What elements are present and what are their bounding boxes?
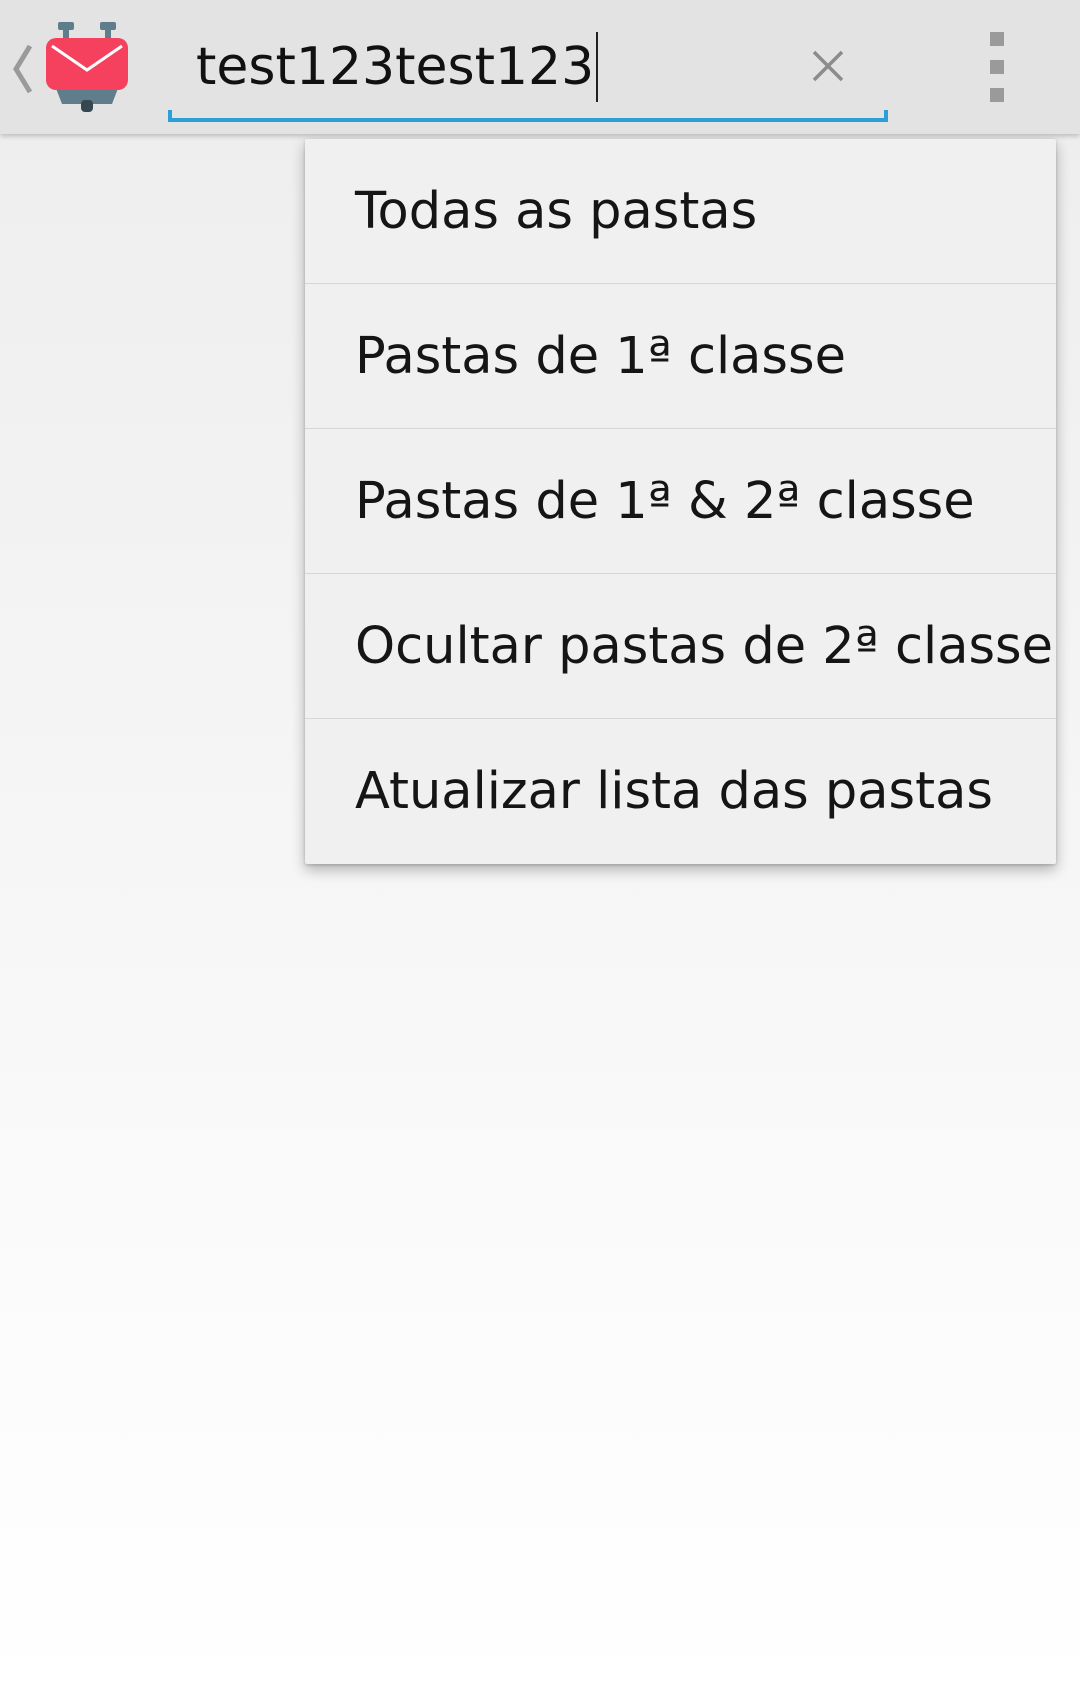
menu-item-first-second-class-folders[interactable]: Pastas de 1ª & 2ª classe: [305, 429, 1056, 574]
menu-item-first-class-folders[interactable]: Pastas de 1ª classe: [305, 284, 1056, 429]
more-vert-icon-dot: [990, 88, 1004, 102]
search-field[interactable]: test123test123: [168, 26, 888, 122]
search-input[interactable]: test123test123: [196, 32, 599, 102]
action-bar: test123test123: [0, 0, 1080, 134]
folder-mode-dropdown: Todas as pastas Pastas de 1ª classe Past…: [305, 139, 1056, 864]
more-vert-icon-dot: [990, 60, 1004, 74]
menu-item-all-folders[interactable]: Todas as pastas: [305, 139, 1056, 284]
menu-item-label: Pastas de 1ª classe: [355, 326, 846, 386]
k9-mail-icon: [46, 22, 128, 112]
chevron-left-icon: [13, 44, 33, 94]
menu-item-label: Todas as pastas: [355, 181, 758, 241]
more-vert-icon-dot: [990, 32, 1004, 46]
up-navigation-button[interactable]: [10, 40, 36, 98]
clear-search-button[interactable]: [798, 36, 858, 96]
menu-item-label: Atualizar lista das pastas: [355, 762, 993, 821]
menu-item-label: Ocultar pastas de 2ª classe: [355, 616, 1053, 676]
overflow-menu-button[interactable]: [972, 32, 1022, 102]
close-icon: [812, 50, 844, 82]
menu-item-hide-second-class-folders[interactable]: Ocultar pastas de 2ª classe: [305, 574, 1056, 719]
menu-item-label: Pastas de 1ª & 2ª classe: [355, 471, 975, 531]
search-underline: [168, 110, 888, 122]
search-query-text: test123test123: [196, 36, 595, 97]
menu-item-refresh-folder-list[interactable]: Atualizar lista das pastas: [305, 719, 1056, 864]
text-cursor: [596, 32, 599, 102]
app-icon[interactable]: [44, 20, 130, 112]
